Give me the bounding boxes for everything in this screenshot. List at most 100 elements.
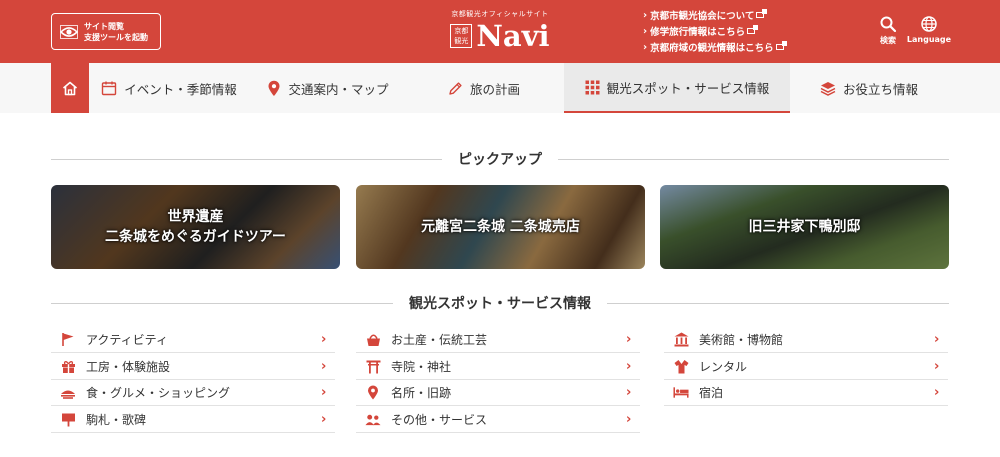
service-item-workshop[interactable]: 工房・体験施設 › <box>51 354 335 380</box>
support-button-label: サイト閲覧 支援ツールを起動 <box>84 21 148 43</box>
header-link-prefecture[interactable]: › 京都府域の観光情報はこちら <box>643 39 813 55</box>
service-label: その他・サービス <box>391 413 488 427</box>
location-icon <box>365 385 381 401</box>
service-item-sights[interactable]: 名所・旧跡 › <box>356 380 640 406</box>
card-caption-line1: 旧三井家下鴨別邸 <box>748 219 861 235</box>
service-label: お土産・伝統工芸 <box>391 333 488 347</box>
eye-icon <box>60 24 78 39</box>
pickup-card-nijo-tour[interactable]: 世界遺産 二条城をめぐるガイドツアー <box>51 185 340 269</box>
language-label: Language <box>906 35 952 44</box>
services-title: 観光スポット・サービス情報 <box>409 296 591 312</box>
header-link-association[interactable]: › 京都市観光協会について <box>643 7 813 23</box>
chevron-right-icon: › <box>321 359 327 374</box>
service-label: アクティビティ <box>86 333 168 347</box>
nav-item-transport[interactable]: 交通案内・マップ <box>252 63 404 113</box>
chevron-right-icon: › <box>643 41 648 53</box>
home-icon <box>62 81 78 95</box>
chevron-right-icon: › <box>321 332 327 347</box>
service-label: 宿泊 <box>699 386 724 400</box>
main-nav: イベント・季節情報 交通案内・マップ 旅の計画 観光スポット・サービス情報 お役… <box>0 63 1000 113</box>
service-item-food[interactable]: 食・グルメ・ショッピング › <box>51 380 335 406</box>
divider-line <box>51 302 393 304</box>
chevron-right-icon: › <box>934 385 940 400</box>
logo-subtitle: 京都観光オフィシャルサイト <box>451 10 549 18</box>
support-label-line2: 支援ツールを起動 <box>84 32 148 42</box>
chevron-right-icon: › <box>643 25 648 37</box>
bed-icon <box>673 385 689 401</box>
service-label: 食・グルメ・ショッピング <box>86 386 231 400</box>
search-button[interactable]: 検索 <box>876 16 900 46</box>
language-button[interactable]: Language <box>906 16 952 44</box>
nav-item-label: イベント・季節情報 <box>124 81 237 97</box>
nav-item-label: 交通案内・マップ <box>288 81 389 97</box>
services-section-title: 観光スポット・サービス情報 <box>51 293 949 313</box>
nav-item-useful[interactable]: お役立ち情報 <box>794 63 944 113</box>
card-caption: 世界遺産 二条城をめぐるガイドツアー <box>105 207 286 247</box>
service-item-temple[interactable]: 寺院・神社 › <box>356 354 640 380</box>
nav-item-label: 旅の計画 <box>469 81 520 97</box>
support-label-line1: サイト閲覧 <box>84 21 124 31</box>
search-icon <box>880 16 896 32</box>
service-label: 美術館・博物館 <box>699 333 784 347</box>
chevron-right-icon: › <box>626 385 632 400</box>
pickup-card-mitsui-villa[interactable]: 旧三井家下鴨別邸 <box>660 185 949 269</box>
nav-item-label: お役立ち情報 <box>842 81 918 97</box>
nav-item-plan[interactable]: 旅の計画 <box>408 63 560 113</box>
kimono-icon <box>673 359 689 375</box>
header-link-school-trip[interactable]: › 修学旅行情報はこちら <box>643 23 813 39</box>
nav-item-spots[interactable]: 観光スポット・サービス情報 <box>564 63 790 113</box>
service-item-museum[interactable]: 美術館・博物館 › <box>664 327 948 353</box>
service-item-activity[interactable]: アクティビティ › <box>51 327 335 353</box>
chevron-right-icon: › <box>626 359 632 374</box>
site-header: サイト閲覧 支援ツールを起動 京都観光オフィシャルサイト 京都 観光 Navi … <box>0 0 1000 63</box>
grid-icon <box>585 80 600 94</box>
service-label: 工房・体験施設 <box>86 360 171 374</box>
header-link-label: 京都市観光協会について <box>650 11 755 22</box>
pickup-card-nijo-shop[interactable]: 元離宮二条城 二条城売店 <box>356 185 645 269</box>
logo-box-top: 京都 <box>454 27 469 35</box>
torii-icon <box>365 359 381 375</box>
logo-navi: Navi <box>476 19 550 53</box>
basket-icon <box>365 332 381 348</box>
divider-line <box>51 158 442 160</box>
pickup-title: ピックアップ <box>458 152 542 168</box>
external-link-icon <box>775 41 787 50</box>
card-caption: 元離宮二条城 二条城売店 <box>421 217 580 237</box>
header-link-label: 京都府域の観光情報はこちら <box>650 43 774 54</box>
layers-icon <box>820 81 836 96</box>
chevron-right-icon: › <box>626 412 632 427</box>
museum-icon <box>673 332 689 348</box>
header-link-label: 修学旅行情報はこちら <box>650 27 746 38</box>
service-label: レンタル <box>699 360 748 374</box>
accessibility-support-button[interactable]: サイト閲覧 支援ツールを起動 <box>51 13 161 50</box>
site-logo[interactable]: 京都観光オフィシャルサイト 京都 観光 Navi <box>448 9 552 55</box>
food-icon <box>60 385 76 401</box>
globe-icon <box>921 16 937 32</box>
card-caption-line2: 二条城をめぐるガイドツアー <box>105 229 286 245</box>
chevron-right-icon: › <box>934 359 940 374</box>
card-caption-line1: 世界遺産 <box>167 209 224 225</box>
nav-home[interactable] <box>51 63 89 113</box>
external-link-icon <box>747 25 759 34</box>
search-label: 検索 <box>880 36 896 45</box>
logo-box-bottom: 観光 <box>454 37 469 45</box>
flag-icon <box>60 332 76 348</box>
divider-line <box>607 302 949 304</box>
chevron-right-icon: › <box>934 332 940 347</box>
nav-item-events[interactable]: イベント・季節情報 <box>89 63 249 113</box>
service-item-souvenir[interactable]: お土産・伝統工芸 › <box>356 327 640 353</box>
pickup-section-title: ピックアップ <box>51 149 949 169</box>
service-item-lodging[interactable]: 宿泊 › <box>664 380 948 406</box>
chevron-right-icon: › <box>321 412 327 427</box>
divider-line <box>558 158 949 160</box>
service-item-other[interactable]: その他・サービス › <box>356 407 640 433</box>
logo-box: 京都 観光 <box>450 24 473 48</box>
service-label: 駒札・歌碑 <box>86 413 147 427</box>
people-icon <box>365 412 381 428</box>
card-caption-line1: 元離宮二条城 二条城売店 <box>421 219 580 235</box>
header-links: › 京都市観光協会について › 修学旅行情報はこちら › 京都府域の観光情報はこ… <box>643 7 813 55</box>
service-item-rental[interactable]: レンタル › <box>664 354 948 380</box>
service-item-signboard[interactable]: 駒札・歌碑 › <box>51 407 335 433</box>
signboard-icon <box>60 412 76 428</box>
calendar-icon <box>102 81 117 96</box>
